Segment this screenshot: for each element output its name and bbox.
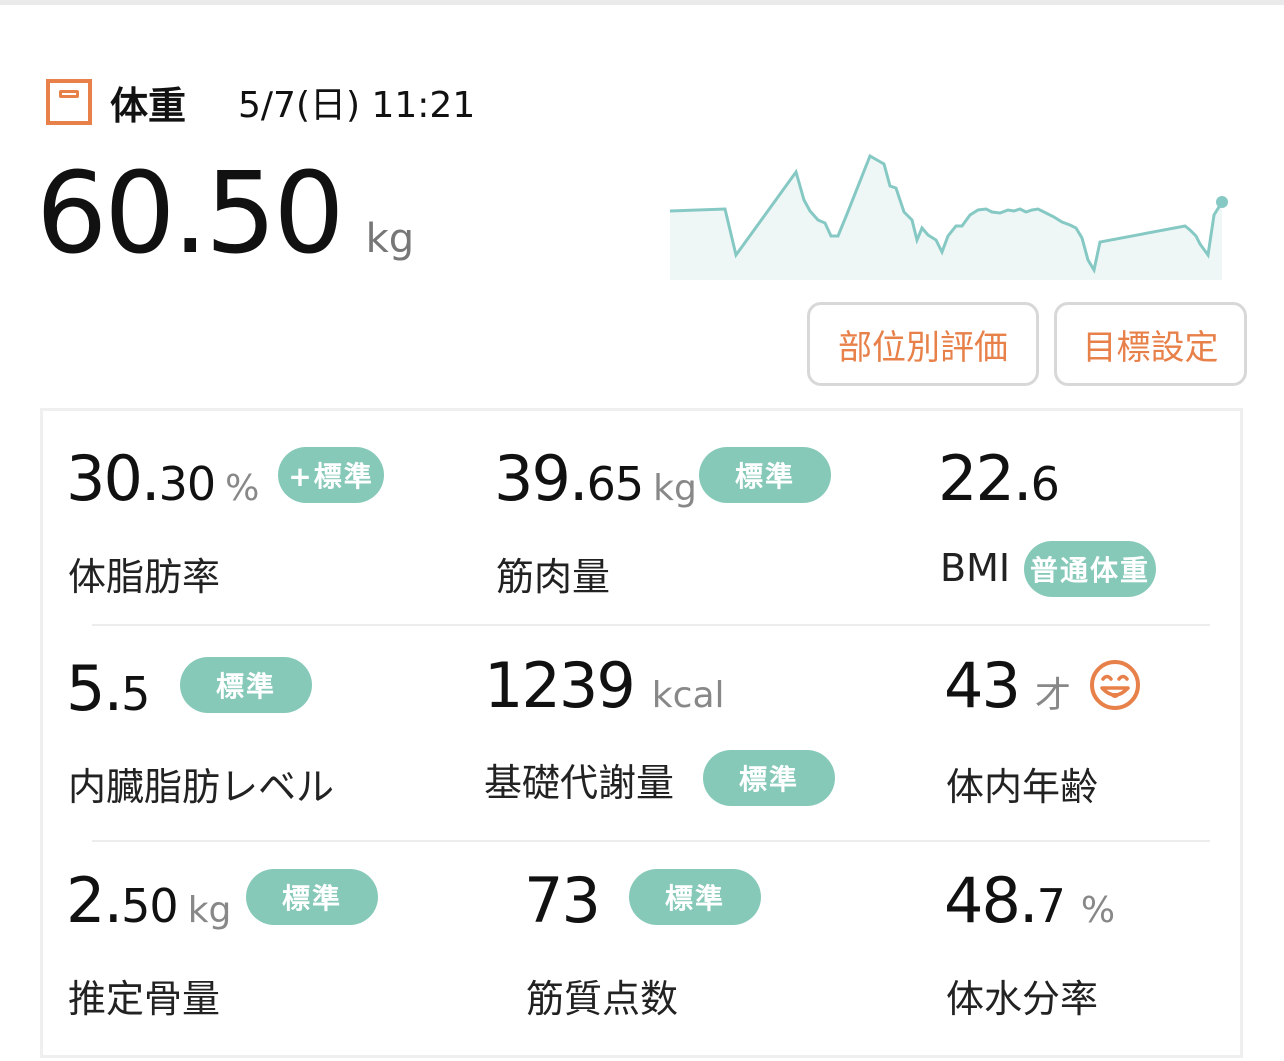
sparkline-area [670, 156, 1222, 280]
bone-mass-label: 推定骨量 [68, 977, 221, 1021]
visceral-fat-badge: 標準 [180, 657, 312, 713]
bmr-badge: 標準 [703, 750, 835, 806]
weight-readout: 60.50 kg [36, 158, 414, 270]
bone-mass-value: 2. 50 kg [66, 864, 232, 937]
page-title: 体重 [110, 83, 187, 128]
part-evaluation-button[interactable]: 部位別評価 [807, 302, 1039, 386]
bmi-label: BMI [940, 546, 1011, 590]
body-water-value: 48. 7% [944, 864, 1116, 937]
muscle-badge: 標準 [699, 447, 831, 503]
body-age-value: 43 才 [944, 649, 1071, 722]
muscle-quality-label: 筋質点数 [526, 977, 679, 1021]
measurement-datetime: 5/7(日) 11:21 [238, 85, 476, 126]
row-divider [92, 624, 1210, 626]
bmr-value: 1239 kcal [484, 649, 725, 722]
muscle-quality-value: 73 [524, 864, 601, 937]
bmi-value: 22. 6 [938, 442, 1060, 515]
sparkline-current-point [1216, 196, 1228, 208]
bmi-badge: 普通体重 [1024, 541, 1156, 597]
body-age-label: 体内年齢 [946, 765, 1099, 809]
body-fat-badge: +標準 [278, 447, 384, 503]
muscle-label: 筋肉量 [496, 555, 611, 599]
bmr-label: 基礎代謝量 [484, 761, 675, 805]
top-divider [0, 0, 1284, 5]
body-fat-value: 30. 30% [66, 442, 260, 515]
muscle-quality-badge: 標準 [629, 869, 761, 925]
muscle-value: 39. 65 kg [494, 442, 697, 515]
body-fat-label: 体脂肪率 [68, 555, 221, 599]
visceral-fat-label: 内臓脂肪レベル [68, 765, 335, 809]
body-water-label: 体水分率 [946, 977, 1099, 1021]
header: 体重 5/7(日) 11:21 [46, 74, 475, 130]
smile-face-icon [1090, 660, 1140, 710]
weight-value: 60.50 [36, 149, 345, 279]
weight-unit: kg [365, 216, 415, 262]
scale-icon [46, 79, 92, 125]
target-setting-button[interactable]: 目標設定 [1054, 302, 1247, 386]
row-divider [92, 840, 1210, 842]
weight-trend-sparkline[interactable] [670, 140, 1230, 280]
bone-mass-badge: 標準 [246, 869, 378, 925]
visceral-fat-value: 5. 5 [66, 652, 150, 725]
